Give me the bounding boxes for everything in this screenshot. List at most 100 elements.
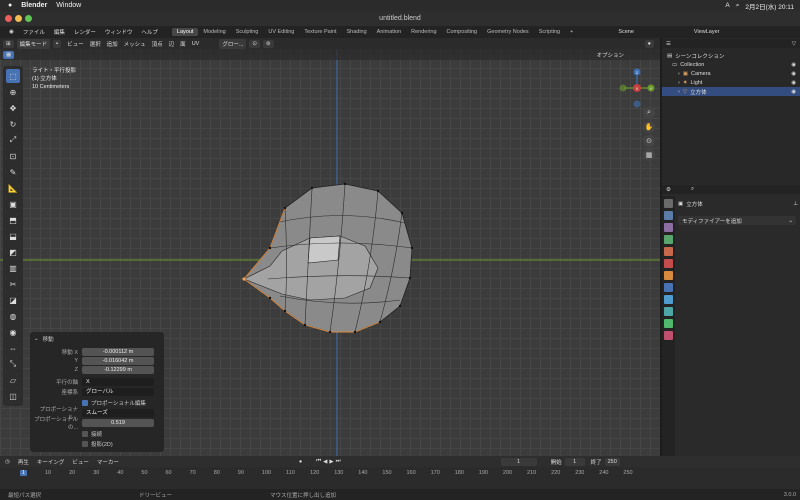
pin-icon[interactable]: ⊥ [793,201,798,207]
jump-end-icon[interactable]: ⏭ [336,458,341,465]
add-modifier-button[interactable]: モディファイアーを追加 ⌄ [678,216,796,225]
menu-window[interactable]: ウィンドウ [105,28,133,36]
cursor-tool-icon[interactable]: ⊕ [6,85,20,99]
snap-icon[interactable]: ⊙ [249,39,261,48]
tab-sculpting[interactable]: Sculpting [231,28,264,36]
menu-mesh[interactable]: メッシュ [124,40,146,48]
timeline-editor-icon[interactable]: ◷ [5,459,10,465]
camera-view-icon[interactable]: ⊙ [643,135,655,147]
maximize-window-icon[interactable] [25,15,32,22]
move-x-field[interactable]: -0.000112 m [82,347,154,356]
select-tool-icon[interactable]: ⬚ [6,69,20,83]
options-dropdown[interactable]: オプション [596,51,624,59]
menu-keying[interactable]: キーイング [37,458,65,466]
timeline-ruler[interactable]: 1 10 20 30 40 50 60 70 80 90 100 110 120 130 140 150 16… [15,469,660,479]
properties-search-icon[interactable]: ⌕ [691,186,694,193]
view-layer-selector[interactable]: ViewLayer [694,29,720,35]
add-workspace-icon[interactable]: + [565,28,578,36]
menu-playback[interactable]: 再生 [18,458,29,466]
knife-tool-icon[interactable]: ✂ [6,277,20,291]
tab-texture-paint[interactable]: Texture Paint [299,28,341,36]
ortho-toggle-icon[interactable]: ▦ [643,149,655,161]
play-reverse-icon[interactable]: ◀ [323,459,327,465]
particles-tab-icon[interactable] [664,295,673,304]
menu-vertex[interactable]: 頂点 [152,40,163,48]
current-frame-field[interactable]: 1 [500,457,537,466]
zoom-icon[interactable]: ⌕ [643,107,655,119]
vertex-select-icon[interactable]: ▪ [53,39,62,48]
tab-uv-editing[interactable]: UV Editing [263,28,299,36]
measure-tool-icon[interactable]: 📐 [6,181,20,195]
falloff-dropdown[interactable]: スムーズ [82,408,154,417]
shading-solid-icon[interactable]: ● [644,39,654,48]
shrink-tool-icon[interactable]: ⤡ [6,357,20,371]
transform-orientation[interactable]: グロー... [219,38,247,49]
proportional-edit-icon[interactable]: ⊚ [263,39,274,48]
bevel-tool-icon[interactable]: ◩ [6,245,20,259]
tab-shading[interactable]: Shading [341,28,371,36]
menu-uv[interactable]: UV [192,41,200,47]
start-frame-field[interactable]: 1 [564,457,585,466]
menu-file[interactable]: ファイル [23,28,45,36]
outliner-item-collection[interactable]: ▭ Collection ◉ [662,60,800,69]
tab-compositing[interactable]: Compositing [442,28,483,36]
menu-edit[interactable]: 編集 [54,28,65,36]
input-source-indicator[interactable]: A [725,2,729,9]
jump-start-icon[interactable]: ⏮ [316,458,321,465]
scale-tool-icon[interactable]: ⤢ [6,133,20,147]
move-y-field[interactable]: -0.016042 m [82,356,154,365]
tab-animation[interactable]: Animation [372,28,406,36]
move-z-field[interactable]: -0.12299 m [82,365,154,374]
constraint-axis-dropdown[interactable]: X [82,377,154,386]
tab-geometry-nodes[interactable]: Geometry Nodes [482,28,534,36]
apple-icon[interactable]: ● [8,2,12,9]
scene-tab-icon[interactable] [664,247,673,256]
proportional-size-field[interactable]: 0.519 [82,418,154,427]
extrude-tool-icon[interactable]: ⬒ [6,213,20,227]
smooth-tool-icon[interactable]: ◉ [6,325,20,339]
close-window-icon[interactable] [5,15,12,22]
menu-edge[interactable]: 辺 [169,40,175,48]
spin-tool-icon[interactable]: ◍ [6,309,20,323]
connected-checkbox[interactable] [82,430,88,437]
add-cube-tool-icon[interactable]: ▣ [6,197,20,211]
projected-checkbox[interactable] [82,440,88,447]
tab-modeling[interactable]: Modeling [198,28,230,36]
outliner-item-camera[interactable]: › ▣ Camera ◉ [662,69,800,78]
minimize-window-icon[interactable] [15,15,22,22]
move-tool-icon[interactable]: ✥ [6,101,20,115]
object-tab-icon[interactable] [664,271,673,280]
tab-rendering[interactable]: Rendering [406,28,441,36]
play-icon[interactable]: ▶ [329,459,333,465]
visibility-eye-icon[interactable]: ◉ [791,71,796,77]
outliner-item-light[interactable]: › ✷ Light ◉ [662,78,800,87]
mode-selector[interactable]: 編集モード [16,38,51,49]
properties-editor-icon[interactable]: ⚙ [666,187,671,193]
poly-build-tool-icon[interactable]: ◪ [6,293,20,307]
search-icon[interactable]: ⌕ [736,2,740,10]
physics-tab-icon[interactable] [664,307,673,316]
expand-chevron-icon[interactable]: › [678,80,680,86]
scene-selector[interactable]: Scene [618,29,634,35]
tool-tab-icon[interactable] [664,199,673,208]
loop-cut-tool-icon[interactable]: ▥ [6,261,20,275]
rip-tool-icon[interactable]: ◫ [6,389,20,403]
playhead[interactable]: 1 [20,470,28,476]
outliner-item-cube[interactable]: › ▽ 立方体 ◉ [662,87,800,96]
world-tab-icon[interactable] [664,259,673,268]
editor-type-icon[interactable]: ⊞ [3,39,14,48]
menu-select[interactable]: 選択 [90,40,101,48]
inset-tool-icon[interactable]: ⬓ [6,229,20,243]
outliner-editor-icon[interactable]: ☰ [666,41,671,47]
menu-render[interactable]: レンダー [74,28,96,36]
window-menu[interactable]: Window [56,2,81,9]
expand-chevron-icon[interactable]: › [678,71,680,77]
data-tab-icon[interactable] [664,319,673,328]
navigation-gizmo[interactable]: X Y Z [617,68,657,108]
end-frame-field[interactable]: 250 [604,457,620,466]
shear-tool-icon[interactable]: ▱ [6,373,20,387]
menu-view[interactable]: ビュー [67,40,84,48]
app-menu[interactable]: Blender [21,2,47,9]
view-layer-tab-icon[interactable] [664,235,673,244]
menu-face[interactable]: 面 [180,40,186,48]
